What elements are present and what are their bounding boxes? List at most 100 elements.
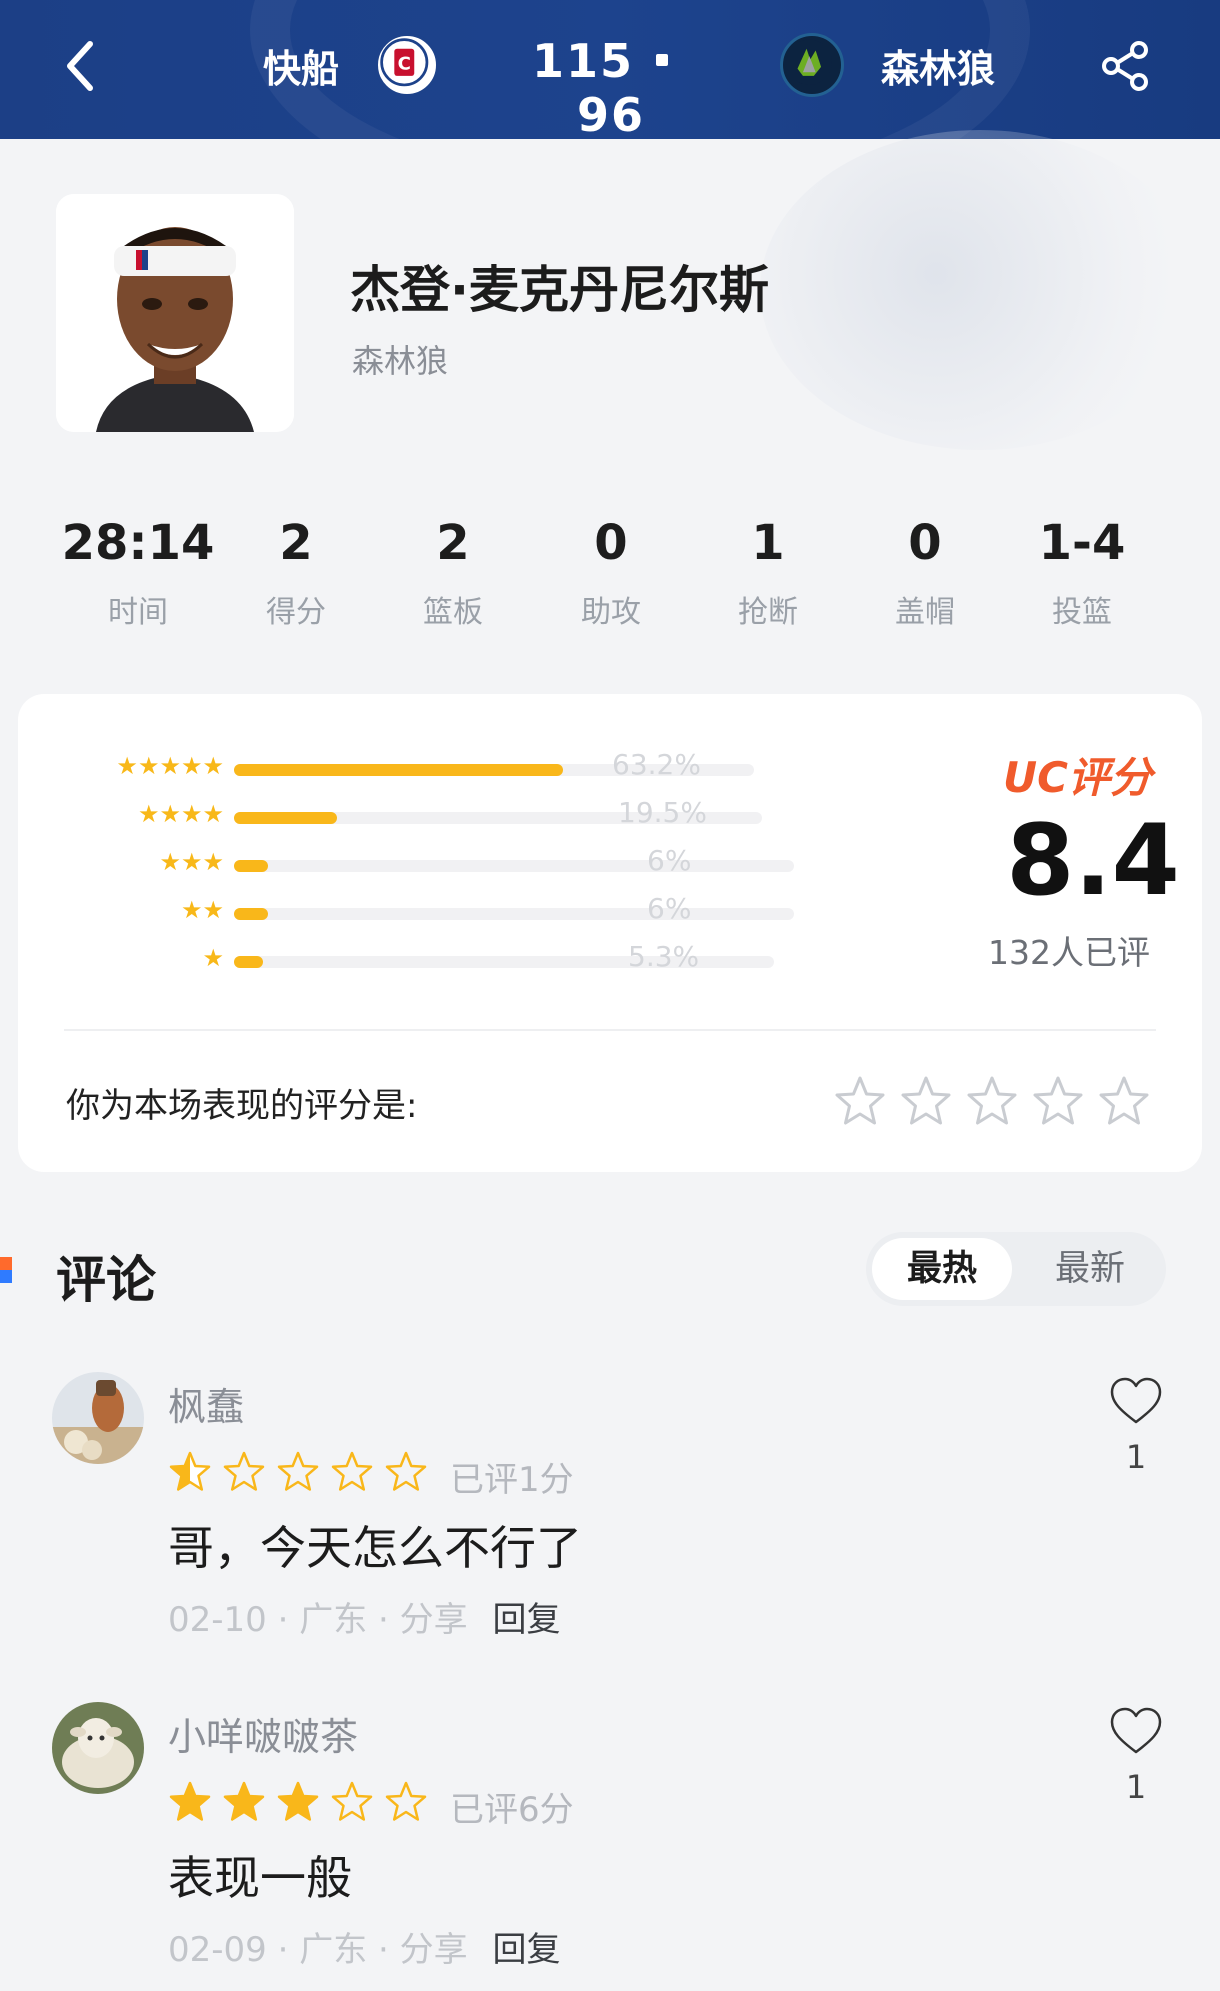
rating-row-2-stars: ★★ 6% bbox=[64, 892, 884, 932]
stat-field-goals: 1-4 投篮 bbox=[1002, 515, 1162, 631]
svg-text:C: C bbox=[398, 54, 411, 75]
stat-label: 抢断 bbox=[738, 595, 798, 630]
four-stars-icon: ★★★★ bbox=[137, 800, 224, 828]
rating-row-4-stars: ★★★★ 19.5% bbox=[64, 796, 884, 836]
home-score: 115 bbox=[531, 34, 635, 88]
clippers-logo-icon[interactable]: C bbox=[375, 33, 439, 97]
rating-percent: 6% bbox=[647, 844, 692, 877]
heart-icon[interactable] bbox=[1108, 1374, 1164, 1430]
comment-location: 广东 bbox=[299, 1600, 368, 1640]
tab-newest[interactable]: 最新 bbox=[1020, 1238, 1160, 1300]
player-team[interactable]: 森林狼 bbox=[352, 336, 448, 382]
rating-bar-fill bbox=[234, 860, 268, 872]
back-arrow-icon[interactable] bbox=[60, 36, 100, 96]
meta-dot: · bbox=[277, 1600, 300, 1640]
comment-text[interactable]: 哥，今天怎么不行了 bbox=[168, 1512, 582, 1578]
star-outline-icon bbox=[385, 1781, 427, 1821]
comment-item: 枫蠢 已评1分 哥，今天怎么不行了 02-10 · 广东 · 分享 回复 1 bbox=[0, 1372, 1220, 1672]
stat-label: 篮板 bbox=[423, 595, 483, 630]
user-avatar[interactable] bbox=[52, 1702, 144, 1794]
tab-hottest[interactable]: 最热 bbox=[872, 1238, 1012, 1300]
meta-dot: · bbox=[378, 1930, 400, 1970]
rating-percent: 63.2% bbox=[612, 748, 701, 781]
rating-bar-fill bbox=[234, 956, 263, 968]
comment-date: 02-10 bbox=[168, 1600, 267, 1640]
rating-row-1-star: ★ 5.3% bbox=[64, 940, 884, 980]
share-link[interactable]: 分享 bbox=[400, 1930, 468, 1970]
rate-star-5-icon[interactable] bbox=[1096, 1074, 1152, 1130]
player-avatar bbox=[56, 194, 294, 432]
home-team-name[interactable]: 快船 bbox=[263, 38, 339, 93]
comment-meta: 02-10 · 广东 · 分享 回复 bbox=[168, 1592, 560, 1641]
stat-assists: 0 助攻 bbox=[531, 515, 691, 631]
comment-text[interactable]: 表现一般 bbox=[168, 1842, 352, 1908]
star-outline-icon bbox=[223, 1451, 265, 1491]
rating-card: ★★★★★ 63.2% ★★★★ 19.5% ★★★ 6% ★★ 6% ★ 5.… bbox=[18, 694, 1202, 1172]
rating-bar-fill bbox=[234, 764, 563, 776]
match-header: 快船 C 11596 森林狼 bbox=[0, 0, 1220, 139]
stat-value: 1-4 bbox=[1038, 515, 1126, 571]
three-stars-icon: ★★★ bbox=[159, 848, 224, 876]
star-outline-icon bbox=[331, 1451, 373, 1491]
comment-star-rating bbox=[168, 1780, 438, 1824]
player-name: 杰登·麦克丹尼尔斯 bbox=[350, 261, 769, 319]
uc-rating-score: 8.4 bbox=[1006, 804, 1180, 918]
rating-percent: 19.5% bbox=[618, 796, 707, 829]
section-accent-bar bbox=[0, 1257, 12, 1283]
share-icon[interactable] bbox=[1095, 36, 1155, 96]
sort-toggle: 最热 最新 bbox=[866, 1232, 1166, 1306]
rating-bar-fill bbox=[234, 812, 337, 824]
my-rating-prompt: 你为本场表现的评分是: bbox=[66, 1086, 418, 1126]
meta-dot: · bbox=[277, 1930, 300, 1970]
meta-dot: · bbox=[378, 1600, 400, 1640]
divider bbox=[64, 1029, 1156, 1031]
stat-label: 时间 bbox=[108, 595, 168, 630]
two-stars-icon: ★★ bbox=[180, 896, 224, 924]
comment-star-rating bbox=[168, 1450, 438, 1494]
star-filled-icon bbox=[223, 1781, 265, 1821]
stat-minutes: 28:14 时间 bbox=[58, 515, 218, 631]
stat-value: 2 bbox=[436, 515, 470, 571]
heart-icon[interactable] bbox=[1108, 1704, 1164, 1760]
stat-rebounds: 2 篮板 bbox=[373, 515, 533, 631]
stat-value: 0 bbox=[908, 515, 942, 571]
stat-label: 投篮 bbox=[1052, 595, 1112, 630]
rating-count: 132人已评 bbox=[988, 933, 1150, 972]
stat-value: 1 bbox=[751, 515, 785, 571]
rating-bar-track bbox=[234, 860, 794, 872]
rating-percent: 5.3% bbox=[628, 940, 700, 973]
stat-label: 得分 bbox=[266, 595, 326, 630]
comment-rated-label: 已评6分 bbox=[450, 1790, 574, 1830]
star-outline-icon bbox=[277, 1451, 319, 1491]
rating-bar-fill bbox=[234, 908, 268, 920]
stat-steals: 1 抢断 bbox=[688, 515, 848, 631]
reply-button[interactable]: 回复 bbox=[492, 1930, 560, 1970]
away-team-name[interactable]: 森林狼 bbox=[881, 38, 995, 93]
comment-item: 小咩啵啵茶 已评6分 表现一般 02-09 · 广东 · 分享 回复 1 bbox=[0, 1702, 1220, 1991]
comment-location: 广东 bbox=[299, 1930, 368, 1970]
rate-star-3-icon[interactable] bbox=[964, 1074, 1020, 1130]
stat-value: 2 bbox=[279, 515, 313, 571]
uc-rating-label: UC评分 bbox=[1003, 753, 1152, 802]
rate-star-1-icon[interactable] bbox=[832, 1074, 888, 1130]
share-link[interactable]: 分享 bbox=[400, 1600, 468, 1640]
comment-meta: 02-09 · 广东 · 分享 回复 bbox=[168, 1922, 560, 1971]
comment-username[interactable]: 枫蠢 bbox=[168, 1376, 244, 1431]
scoreboard: 11596 bbox=[516, 34, 706, 139]
team-watermark bbox=[760, 130, 1200, 450]
comments-title: 评论 bbox=[56, 1251, 156, 1309]
like-count: 1 bbox=[1125, 1438, 1147, 1476]
rating-row-3-stars: ★★★ 6% bbox=[64, 844, 884, 884]
reply-button[interactable]: 回复 bbox=[492, 1600, 560, 1640]
user-avatar[interactable] bbox=[52, 1372, 144, 1464]
stat-blocks: 0 盖帽 bbox=[845, 515, 1005, 631]
comment-date: 02-09 bbox=[168, 1930, 267, 1970]
stat-value: 0 bbox=[594, 515, 628, 571]
rate-star-4-icon[interactable] bbox=[1030, 1074, 1086, 1130]
comment-username[interactable]: 小咩啵啵茶 bbox=[168, 1706, 358, 1761]
one-star-icon: ★ bbox=[202, 944, 224, 972]
timberwolves-logo-icon[interactable] bbox=[780, 33, 844, 97]
stat-label: 助攻 bbox=[581, 595, 641, 630]
star-outline-icon bbox=[331, 1781, 373, 1821]
rate-star-2-icon[interactable] bbox=[898, 1074, 954, 1130]
